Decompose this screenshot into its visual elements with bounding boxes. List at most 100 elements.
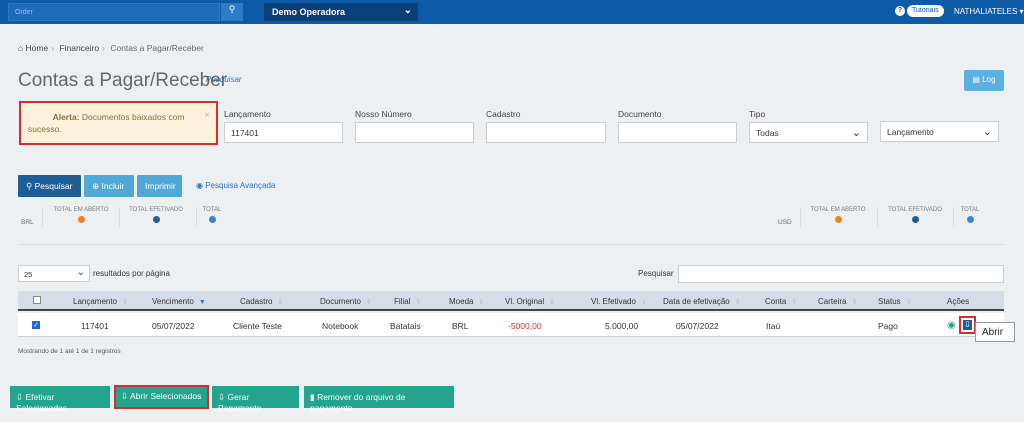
abrir-button[interactable]: ⇩ (959, 316, 976, 334)
total-efetivado-label: TOTAL EFETIVADO (129, 207, 183, 213)
incluir-button[interactable]: ⊕ Incluir (84, 175, 134, 197)
th-vl-original[interactable]: Vl. Original ⇕ (505, 297, 555, 306)
cell-moeda: BRL (452, 321, 469, 331)
incluir-label: Incluir (101, 181, 125, 191)
search-icon: ⚲ (228, 4, 236, 14)
divider (18, 244, 1004, 245)
download-icon: ⇩ (16, 392, 24, 402)
top-navbar: Order ⚲ Demo Operadora ⌄ ? Tutoriais NATH… (0, 0, 1024, 24)
cell-filial: Batatais (390, 321, 421, 331)
tutorial-badge[interactable]: Tutoriais (907, 5, 944, 17)
plus-circle-icon[interactable] (77, 216, 85, 223)
th-filial[interactable]: Filial ⇕ (394, 297, 421, 306)
eye-icon[interactable]: ◉ (947, 320, 956, 331)
total-brl: TOTAL (200, 207, 224, 223)
per-page-label: resultados por página (93, 269, 170, 278)
pesquisa-avancada-link[interactable]: ◉ Pesquisa Avançada (196, 181, 275, 190)
alert-message-2: sucesso. (28, 124, 62, 134)
page-size-select[interactable]: 25 ⌄ (18, 265, 90, 282)
tipo-label: Tipo (749, 109, 766, 119)
help-icon[interactable]: ? (895, 6, 905, 16)
abrir-tooltip: Abrir (975, 322, 1015, 342)
th-lancamento[interactable]: Lançamento ⇕ (73, 297, 128, 306)
log-label: Log (982, 75, 996, 84)
table-search-label: Pesquisar (638, 269, 674, 278)
total-usd: TOTAL (957, 207, 983, 223)
log-button[interactable]: ▤ Log (964, 70, 1004, 91)
imprimir-button[interactable]: Imprimir (137, 175, 182, 197)
order-search-input[interactable]: Order (8, 3, 220, 21)
th-moeda[interactable]: Moeda ⇕ (449, 297, 484, 306)
search-icon: ⚲ (26, 181, 33, 191)
list-icon: ▤ (972, 75, 980, 84)
cell-data-efetivacao: 05/07/2022 (676, 321, 719, 331)
nosso-numero-input[interactable] (355, 122, 474, 143)
operadora-select[interactable]: Demo Operadora ⌄ (264, 3, 418, 21)
download-icon: ⇩ (218, 392, 226, 402)
ordem-select[interactable]: Lançamento ⌄ (880, 121, 999, 142)
chevron-down-icon: ⌄ (76, 267, 85, 278)
th-documento[interactable]: Documento ⇕ (320, 297, 372, 306)
chevron-down-icon: ⌄ (982, 126, 992, 138)
total-em-aberto-label: TOTAL EM ABERTO (53, 207, 109, 213)
cadastro-input[interactable] (486, 122, 606, 143)
gerar-pagamento-button[interactable]: ⇩ Gerar Pagamento (212, 386, 299, 413)
cell-status: Pago (878, 321, 898, 331)
plus-circle-icon[interactable] (911, 216, 919, 223)
plus-circle-icon[interactable] (208, 216, 216, 223)
th-carteira[interactable]: Carteira ⇕ (818, 297, 857, 306)
th-data-efetivacao[interactable]: Data de efetivação ⇕ (663, 297, 741, 306)
close-icon[interactable]: × (204, 110, 210, 122)
documento-input[interactable] (618, 122, 737, 143)
select-all-checkbox[interactable] (33, 296, 41, 304)
lancamento-label: Lançamento (224, 109, 271, 119)
efetivar-label: Efetivar Selecionados (16, 392, 68, 413)
total-efetivado-brl: TOTAL EFETIVADO (124, 207, 188, 223)
abrir-selecionados-button[interactable]: ⇩ Abrir Selecionados (114, 385, 209, 409)
pesquisar-link[interactable]: Pesquisar (206, 75, 242, 84)
row-checkbox[interactable]: ✓ (32, 321, 40, 329)
breadcrumb-current: Contas a Pagar/Receber (110, 43, 204, 53)
table-info: Mostrando de 1 até 1 de 1 registros (18, 348, 121, 355)
ordem-value: Lançamento (887, 127, 934, 137)
plus-circle-icon[interactable] (152, 216, 160, 223)
total-efetivado-label: TOTAL EFETIVADO (888, 207, 942, 213)
table-search-input[interactable] (678, 265, 1004, 283)
cell-cadastro: Cliente Teste (233, 321, 282, 331)
binoculars-icon: ◉ (196, 181, 203, 190)
lancamento-input[interactable]: 117401 (224, 122, 343, 143)
user-menu[interactable]: NATHALIATELES ▾ (954, 7, 1024, 16)
pesquisa-avancada-label: Pesquisa Avançada (205, 181, 276, 190)
alert-strong: Alerta: (52, 112, 80, 122)
remover-arquivo-button[interactable]: ▮ Remover do arquivo de pagamento (304, 386, 454, 413)
cell-vl-original: -5000,00 (508, 321, 542, 331)
pesquisar-label: Pesquisar (34, 181, 73, 191)
home-icon: ⌂ (18, 43, 24, 53)
breadcrumb-financeiro[interactable]: Financeiro (59, 43, 99, 53)
plus-circle-icon[interactable] (966, 216, 974, 223)
cell-vencimento: 05/07/2022 (152, 321, 195, 331)
file-icon: ▮ (310, 392, 315, 402)
breadcrumb-home[interactable]: Home (26, 43, 49, 53)
tipo-select[interactable]: Todas ⌄ (749, 122, 868, 143)
pesquisar-button[interactable]: ⚲ Pesquisar (18, 175, 81, 197)
cell-lancamento: 117401 (81, 321, 109, 331)
download-icon: ⇩ (963, 320, 972, 330)
th-cadastro[interactable]: Cadastro ⇕ (240, 297, 283, 306)
nosso-numero-label: Nosso Número (355, 109, 412, 119)
total-efetivado-usd: TOTAL EFETIVADO (882, 207, 948, 223)
remover-label: Remover do arquivo de pagamento (310, 392, 406, 413)
page-size-value: 25 (24, 270, 33, 279)
plus-circle-icon: ⊕ (92, 181, 100, 191)
gerar-label: Gerar Pagamento (218, 392, 262, 413)
th-vencimento[interactable]: Vencimento ▼ (152, 297, 206, 306)
plus-circle-icon[interactable] (834, 216, 842, 223)
search-button[interactable]: ⚲ (221, 3, 243, 21)
table-row: ✓ 117401 05/07/2022 Cliente Teste Notebo… (18, 313, 1004, 337)
th-vl-efetivado[interactable]: Vl. Efetivado ⇕ (591, 297, 647, 306)
operadora-value: Demo Operadora (272, 7, 346, 17)
efetivar-selecionados-button[interactable]: ⇩ Efetivar Selecionados (10, 386, 110, 413)
th-status[interactable]: Status ⇕ (878, 297, 912, 306)
th-conta[interactable]: Conta ⇕ (765, 297, 797, 306)
user-name: NATHALIATELES (954, 7, 1018, 16)
